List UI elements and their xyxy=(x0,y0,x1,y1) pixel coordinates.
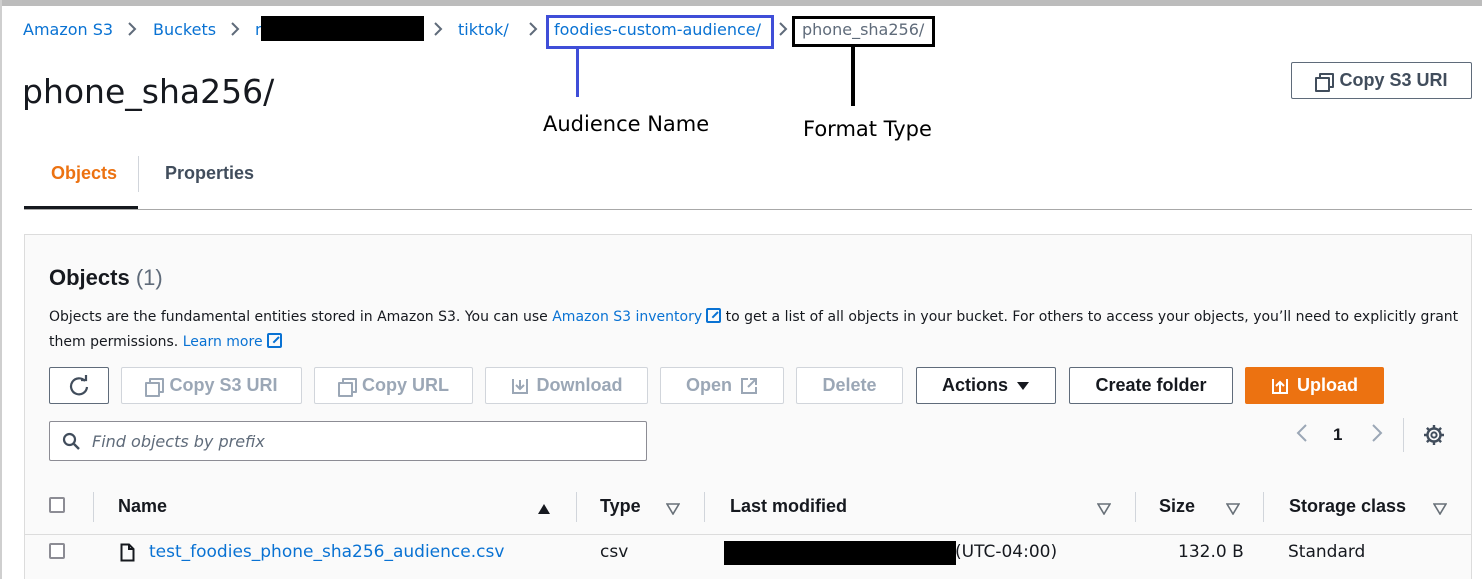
search-field[interactable] xyxy=(49,421,647,461)
redaction-bucket-name xyxy=(261,16,424,41)
audience-name-highlight-box xyxy=(546,15,774,49)
column-header-last-modified[interactable]: Last modified xyxy=(730,496,847,517)
objects-description-line-2: them permissions. Learn more xyxy=(49,333,282,350)
external-link-icon xyxy=(741,377,757,394)
table-header-divider xyxy=(25,534,1471,535)
object-last-modified-timezone: (UTC-04:00) xyxy=(955,542,1058,562)
objects-panel-title: Objects (1) xyxy=(49,265,163,291)
refresh-icon xyxy=(69,374,89,395)
upload-button[interactable]: Upload xyxy=(1245,367,1384,404)
upload-icon xyxy=(1272,378,1288,394)
tabs-baseline xyxy=(24,209,1472,210)
column-header-size[interactable]: Size xyxy=(1159,496,1195,517)
column-divider xyxy=(93,492,94,522)
column-header-name[interactable]: Name xyxy=(118,496,167,517)
download-label: Download xyxy=(536,375,623,395)
description-text: to get a list of all objects in your buc… xyxy=(725,309,1459,325)
download-button[interactable]: Download xyxy=(485,367,648,404)
chevron-right-icon xyxy=(432,20,444,42)
column-header-storage-class[interactable]: Storage class xyxy=(1289,496,1406,517)
download-icon xyxy=(511,378,528,394)
audience-name-annotation: Audience Name xyxy=(543,112,710,136)
open-button[interactable]: Open xyxy=(660,367,784,404)
object-name-link[interactable]: test_foodies_phone_sha256_audience.csv xyxy=(149,542,504,562)
pagination-divider xyxy=(1403,418,1404,452)
upload-label: Upload xyxy=(1297,375,1358,395)
format-type-pointer-line xyxy=(851,46,855,106)
column-divider xyxy=(576,492,577,522)
amazon-s3-inventory-link[interactable]: Amazon S3 inventory xyxy=(552,309,702,325)
copy-s3-uri-button[interactable]: Copy S3 URI xyxy=(121,367,302,404)
breadcrumb-buckets[interactable]: Buckets xyxy=(153,20,216,39)
sort-desc-icon[interactable] xyxy=(1096,500,1112,519)
actions-label: Actions xyxy=(941,375,1008,395)
format-type-highlight-box xyxy=(792,16,935,47)
gear-icon[interactable] xyxy=(1423,424,1445,450)
column-header-type[interactable]: Type xyxy=(600,496,641,517)
delete-label: Delete xyxy=(822,375,877,395)
chevron-right-icon xyxy=(527,20,539,42)
copy-icon xyxy=(1315,72,1335,92)
external-link-icon xyxy=(266,333,282,348)
object-storage-class: Standard xyxy=(1288,542,1366,562)
breadcrumb-amazon-s3[interactable]: Amazon S3 xyxy=(23,20,113,39)
objects-description-line-1: Objects are the fundamental entities sto… xyxy=(49,308,1458,325)
sort-desc-icon[interactable] xyxy=(665,500,681,519)
tab-objects[interactable]: Objects xyxy=(51,163,117,184)
objects-panel xyxy=(24,234,1472,579)
search-icon xyxy=(62,432,80,450)
chevron-left-icon[interactable] xyxy=(1295,422,1309,450)
learn-more-link[interactable]: Learn more xyxy=(183,334,263,350)
top-border xyxy=(0,0,1482,6)
current-page-number[interactable]: 1 xyxy=(1333,425,1342,445)
objects-count: (1) xyxy=(135,265,163,290)
column-divider xyxy=(704,492,705,522)
page-title: phone_sha256/ xyxy=(22,72,275,111)
copy-icon xyxy=(338,377,357,397)
left-border xyxy=(0,0,2,579)
chevron-right-icon xyxy=(126,20,138,42)
breadcrumb-tiktok[interactable]: tiktok/ xyxy=(458,20,509,39)
objects-title-text: Objects xyxy=(49,265,130,290)
select-all-checkbox[interactable] xyxy=(49,497,65,513)
copy-url-button[interactable]: Copy URL xyxy=(314,367,473,404)
copy-icon xyxy=(145,377,165,397)
create-folder-label: Create folder xyxy=(1095,375,1207,395)
object-type: csv xyxy=(600,542,629,562)
search-input[interactable] xyxy=(90,430,630,452)
column-divider xyxy=(1135,492,1136,522)
audience-name-pointer-line xyxy=(576,49,579,97)
actions-dropdown[interactable]: Actions xyxy=(916,367,1056,404)
redaction-last-modified xyxy=(724,541,956,565)
tab-divider xyxy=(138,156,139,192)
sort-desc-icon[interactable] xyxy=(1225,500,1241,519)
row-checkbox[interactable] xyxy=(49,543,65,559)
caret-down-icon xyxy=(1017,381,1029,390)
copy-s3-uri-header-button[interactable]: Copy S3 URI xyxy=(1291,62,1472,99)
description-text: them permissions. xyxy=(49,334,179,350)
create-folder-button[interactable]: Create folder xyxy=(1069,367,1233,404)
column-divider xyxy=(1263,492,1264,522)
sort-desc-icon[interactable] xyxy=(1432,500,1448,519)
tab-properties[interactable]: Properties xyxy=(165,163,254,184)
sort-asc-icon[interactable] xyxy=(537,500,551,519)
description-text: Objects are the fundamental entities sto… xyxy=(49,309,548,325)
external-link-icon xyxy=(706,308,722,323)
format-type-annotation: Format Type xyxy=(803,117,932,141)
chevron-right-icon xyxy=(229,20,241,42)
copy-url-label: Copy URL xyxy=(362,375,449,395)
file-icon xyxy=(120,543,135,566)
chevron-right-icon xyxy=(777,20,789,42)
copy-s3-uri-label: Copy S3 URI xyxy=(169,375,278,395)
chevron-right-icon[interactable] xyxy=(1370,422,1384,450)
copy-s3-uri-header-label: Copy S3 URI xyxy=(1339,70,1448,90)
refresh-button[interactable] xyxy=(49,367,109,404)
object-size: 132.0 B xyxy=(1178,542,1244,562)
open-label: Open xyxy=(685,375,732,395)
delete-button[interactable]: Delete xyxy=(796,367,903,404)
